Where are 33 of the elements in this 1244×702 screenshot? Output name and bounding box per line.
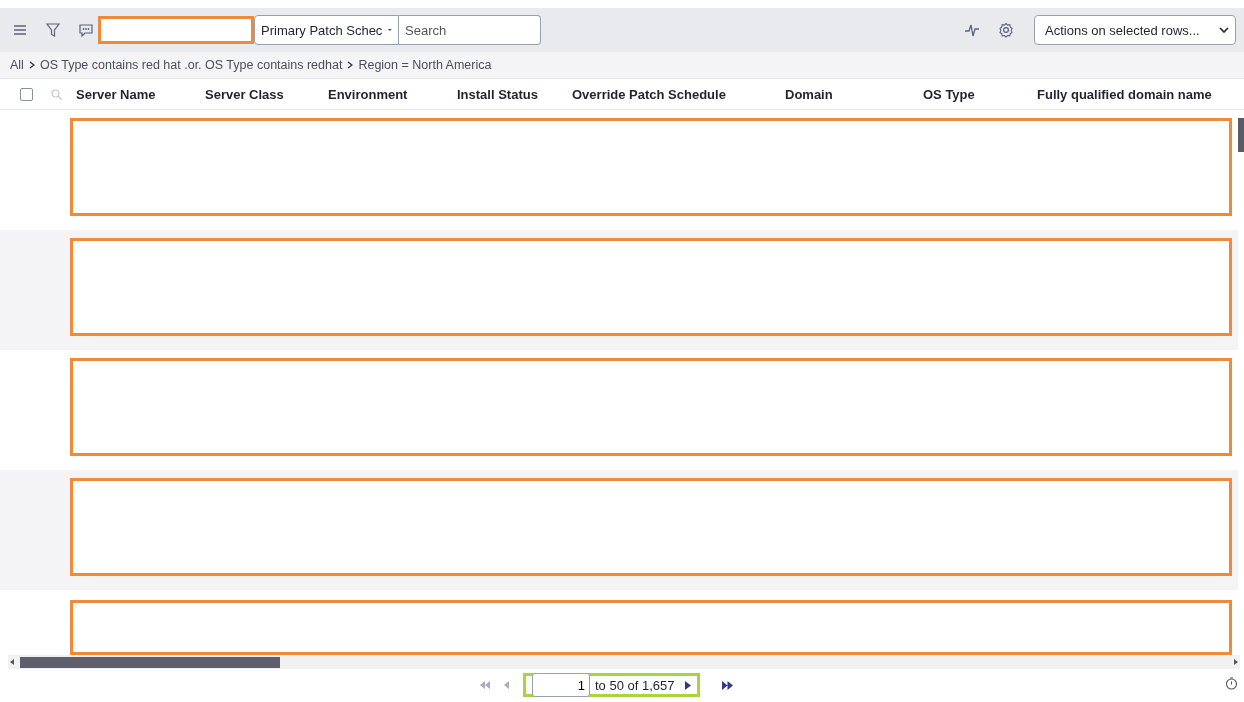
filter-icon[interactable] — [45, 22, 61, 38]
column-header[interactable]: Environment — [328, 86, 408, 102]
scroll-left-icon[interactable] — [8, 658, 16, 666]
column-header[interactable]: Domain — [785, 86, 833, 102]
select-all-checkbox[interactable] — [20, 87, 33, 101]
breadcrumb-link[interactable]: Region = North America — [358, 58, 492, 72]
menu-icon[interactable] — [12, 22, 28, 38]
column-header[interactable]: Server Name — [76, 86, 156, 102]
chevron-down-icon — [1219, 27, 1229, 33]
actions-select[interactable]: Actions on selected rows... — [1034, 15, 1236, 45]
pulse-icon[interactable] — [964, 22, 980, 38]
caret-icon — [388, 28, 392, 32]
settings-icon[interactable] — [998, 22, 1014, 38]
breadcrumb-link[interactable]: OS Type contains red hat .or. OS Type contains redhat — [39, 58, 343, 72]
search-field[interactable]: Search — [399, 15, 541, 45]
clock-icon[interactable] — [1225, 677, 1238, 690]
speech-bubble-icon[interactable] — [78, 22, 94, 38]
chevron-icon — [28, 61, 35, 69]
column-header[interactable]: OS Type — [923, 86, 975, 102]
page-input[interactable]: 1 — [532, 673, 590, 697]
view-select[interactable]: Primary Patch Schec — [254, 15, 399, 45]
column-header[interactable]: Install Status — [457, 86, 538, 102]
breadcrumb-link[interactable]: All — [10, 58, 24, 72]
scroll-right-icon[interactable] — [1232, 658, 1240, 666]
chevron-icon — [347, 61, 354, 69]
column-header[interactable]: Override Patch Schedule — [572, 86, 726, 102]
next-page-icon[interactable] — [684, 680, 691, 690]
page-range: to 50 of 1,657 — [595, 677, 675, 693]
scrollbar-thumb[interactable] — [1238, 118, 1244, 152]
column-header[interactable]: Server Class — [205, 86, 284, 102]
scrollbar-thumb[interactable] — [20, 656, 280, 668]
last-page-icon[interactable] — [721, 680, 733, 690]
column-header[interactable]: Fully qualified domain name — [1037, 86, 1212, 102]
